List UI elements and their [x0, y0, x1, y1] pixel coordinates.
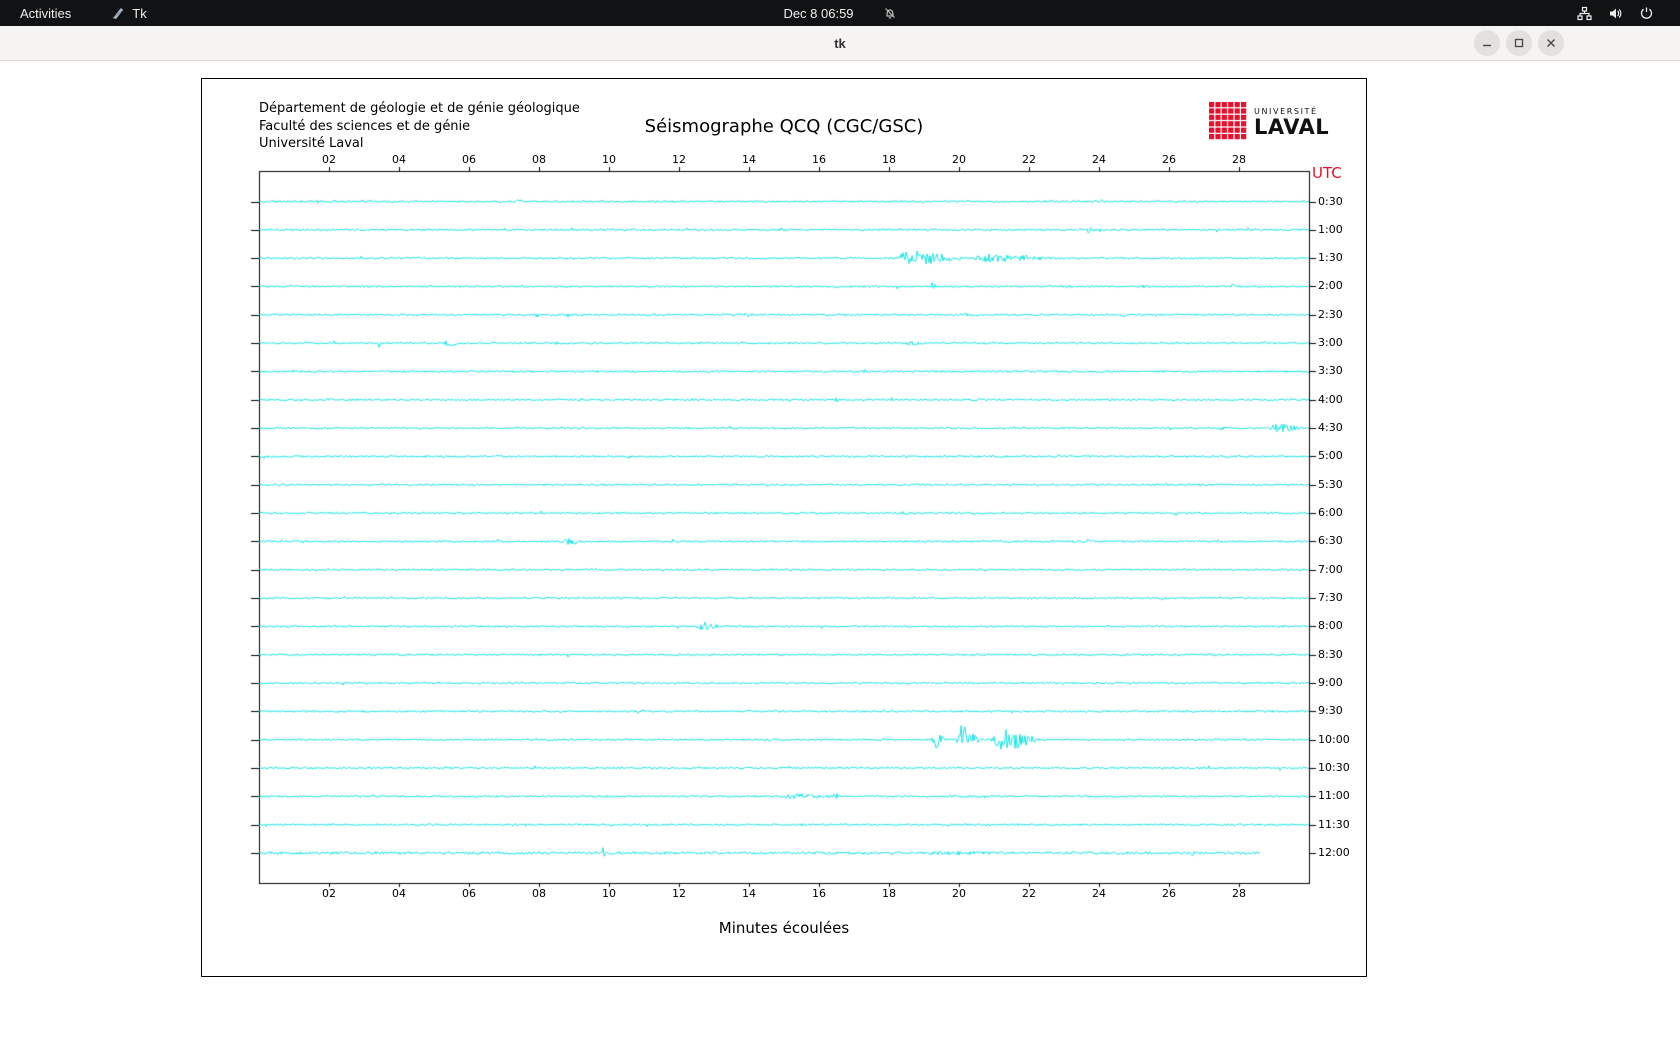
- x-tick-label: 20: [946, 153, 972, 166]
- x-tick-label: 12: [666, 153, 692, 166]
- x-tick-label: 10: [596, 887, 622, 900]
- x-tick-label: 24: [1086, 887, 1112, 900]
- time-row-label: 9:00: [1318, 676, 1343, 689]
- close-button[interactable]: [1538, 30, 1564, 56]
- time-row-label: 10:30: [1318, 761, 1350, 774]
- x-tick-label: 06: [456, 153, 482, 166]
- clock-button[interactable]: Dec 8 06:59: [777, 4, 902, 23]
- dept-line3: Université Laval: [259, 135, 580, 153]
- x-axis-label: Minutes écoulées: [202, 919, 1366, 937]
- x-tick-label: 02: [316, 887, 342, 900]
- x-tick-label: 18: [876, 887, 902, 900]
- time-row-label: 1:00: [1318, 223, 1343, 236]
- x-tick-label: 16: [806, 153, 832, 166]
- window-title: tk: [834, 36, 846, 51]
- time-row-label: 8:00: [1318, 619, 1343, 632]
- time-row-label: 12:00: [1318, 846, 1350, 859]
- clock-label: Dec 8 06:59: [783, 6, 853, 21]
- time-row-label: 1:30: [1318, 251, 1343, 264]
- x-tick-label: 16: [806, 887, 832, 900]
- time-row-label: 7:00: [1318, 563, 1343, 576]
- plot-title: Séismographe QCQ (CGC/GSC): [202, 116, 1366, 137]
- time-row-label: 6:00: [1318, 506, 1343, 519]
- x-tick-label: 12: [666, 887, 692, 900]
- dept-line1: Département de géologie et de génie géol…: [259, 100, 580, 118]
- time-row-label: 0:30: [1318, 195, 1343, 208]
- time-row-label: 7:30: [1318, 591, 1343, 604]
- seismogram-traces: [202, 79, 1366, 976]
- window-controls: [1474, 30, 1564, 56]
- laval-shield-icon: [1209, 102, 1247, 144]
- window-titlebar[interactable]: tk: [0, 26, 1680, 61]
- time-row-label: 3:30: [1318, 364, 1343, 377]
- logo-text-laval: LAVAL: [1254, 116, 1329, 138]
- time-row-label: 4:30: [1318, 421, 1343, 434]
- x-tick-label: 20: [946, 887, 972, 900]
- x-tick-label: 24: [1086, 153, 1112, 166]
- x-tick-label: 14: [736, 153, 762, 166]
- time-row-label: 2:00: [1318, 279, 1343, 292]
- x-tick-label: 02: [316, 153, 342, 166]
- time-row-label: 4:00: [1318, 393, 1343, 406]
- x-tick-label: 28: [1226, 153, 1252, 166]
- gnome-top-bar: Activities Tk Dec 8 06:59: [0, 0, 1680, 26]
- notifications-off-icon: [883, 6, 897, 20]
- time-row-label: 9:30: [1318, 704, 1343, 717]
- seismograph-canvas-frame: Département de géologie et de génie géol…: [201, 78, 1367, 977]
- x-tick-label: 26: [1156, 153, 1182, 166]
- maximize-button[interactable]: [1506, 30, 1532, 56]
- x-tick-label: 22: [1016, 153, 1042, 166]
- time-row-label: 6:30: [1318, 534, 1343, 547]
- minimize-button[interactable]: [1474, 30, 1500, 56]
- time-row-label: 5:00: [1318, 449, 1343, 462]
- x-tick-label: 28: [1226, 887, 1252, 900]
- time-row-label: 10:00: [1318, 733, 1350, 746]
- time-row-label: 2:30: [1318, 308, 1343, 321]
- x-tick-label: 22: [1016, 887, 1042, 900]
- x-tick-label: 06: [456, 887, 482, 900]
- x-tick-label: 04: [386, 887, 412, 900]
- utc-label: UTC: [1312, 164, 1342, 182]
- universite-laval-logo: UNIVERSITÉ LAVAL: [1209, 102, 1329, 144]
- x-tick-label: 14: [736, 887, 762, 900]
- x-tick-label: 26: [1156, 887, 1182, 900]
- x-tick-label: 18: [876, 153, 902, 166]
- x-tick-label: 04: [386, 153, 412, 166]
- desktop: Activities Tk Dec 8 06:59: [0, 0, 1680, 1050]
- x-tick-label: 08: [526, 153, 552, 166]
- time-row-label: 8:30: [1318, 648, 1343, 661]
- window-content: Département de géologie et de génie géol…: [0, 61, 1680, 1050]
- time-row-label: 3:00: [1318, 336, 1343, 349]
- time-row-label: 11:00: [1318, 789, 1350, 802]
- time-row-label: 5:30: [1318, 478, 1343, 491]
- x-tick-label: 10: [596, 153, 622, 166]
- x-tick-label: 08: [526, 887, 552, 900]
- time-row-label: 11:30: [1318, 818, 1350, 831]
